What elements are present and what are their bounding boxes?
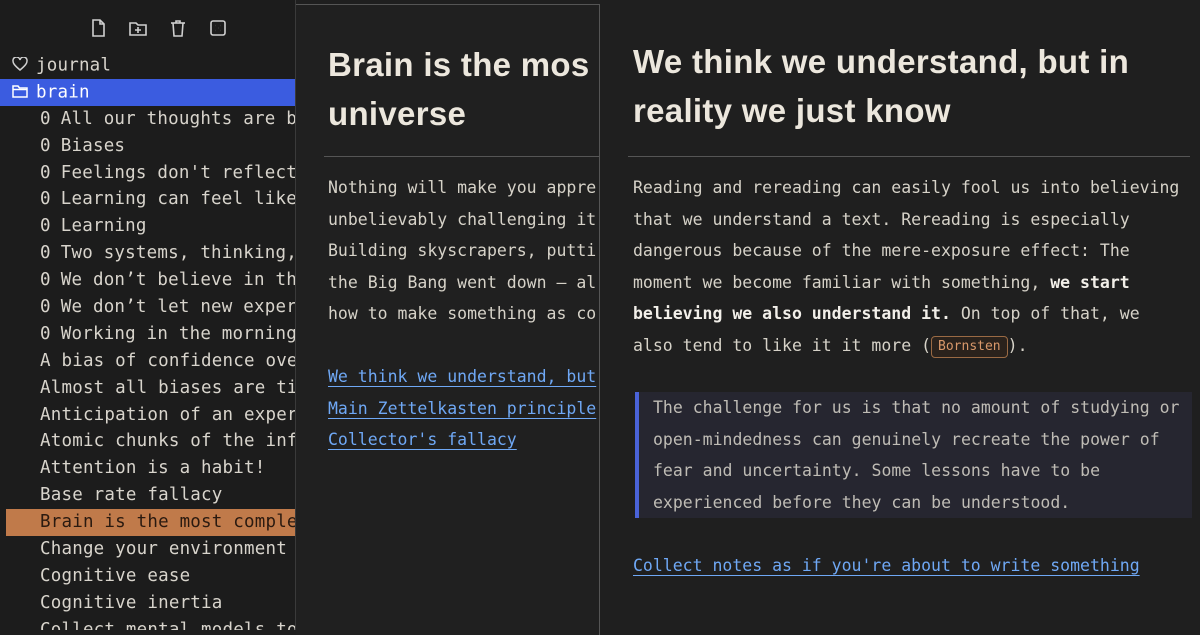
tree-note-item[interactable]: 0 We don’t let new exper: [0, 294, 295, 321]
body-line: Building skyscrapers, putti: [328, 241, 597, 260]
body-line: the Big Bang went down – al: [328, 272, 597, 292]
tree-page-item[interactable]: Attention is a habit!: [0, 455, 295, 482]
body-line: how to make something as co: [328, 304, 597, 323]
body-line: moment we become familiar with something…: [633, 267, 1179, 299]
grid-icon[interactable]: [206, 16, 230, 40]
note-label: We don’t let new exper: [60, 297, 295, 318]
backlinks: We think we understand, but Main Zettelk…: [328, 361, 596, 456]
note-count: 0: [40, 135, 51, 156]
bold-text: we start: [1050, 272, 1130, 292]
tree-page-item[interactable]: Anticipation of an exper: [0, 402, 295, 429]
tree-note-item[interactable]: 0 We don’t believe in the: [0, 267, 295, 294]
page-title-line-2: reality we just know: [633, 92, 951, 129]
new-folder-icon[interactable]: [126, 16, 150, 40]
body-text: On top of that, we: [950, 304, 1140, 323]
tree-page-item[interactable]: Base rate fallacy: [0, 482, 295, 509]
title-divider: [324, 156, 599, 157]
tree-page-item[interactable]: Cognitive ease: [0, 563, 295, 590]
body-line: also tend to like it it more (Bornsten).: [633, 330, 1179, 362]
tree-note-item[interactable]: 0 Learning: [0, 213, 295, 240]
note-pane-brain: Brain is the mos universe Nothing will m…: [296, 4, 600, 635]
sidebar: journal brain 0 All our thoughts are b 0B…: [0, 0, 296, 630]
note-link[interactable]: Collector's fallacy: [328, 424, 596, 456]
note-count: 0: [40, 297, 51, 318]
file-tree: journal brain 0 All our thoughts are b 0B…: [0, 52, 295, 630]
quote-line: experienced before they can be understoo…: [653, 492, 1071, 512]
body-line: dangerous because of the mere-exposure e…: [633, 241, 1130, 260]
tree-page-item[interactable]: Collect mental models to: [0, 617, 295, 630]
tree-note-item[interactable]: 0 All our thoughts are b: [0, 106, 295, 133]
sidebar-toolbar: [86, 16, 230, 40]
body-line: believing we also understand it. On top …: [633, 298, 1179, 330]
folder-label: journal: [36, 55, 112, 76]
note-body: Reading and rereading can easily fool us…: [633, 172, 1179, 361]
note-label: Biases: [60, 135, 126, 156]
citation-tag[interactable]: Bornsten: [931, 335, 1008, 358]
tree-page-item[interactable]: Cognitive inertia: [0, 590, 295, 617]
note-count: 0: [40, 323, 51, 344]
note-label: Working in the morning: [60, 323, 295, 344]
note-link[interactable]: Main Zettelkasten principle: [328, 393, 596, 425]
folder-icon: [12, 79, 30, 106]
note-body: Nothing will make you appre unbelievably…: [328, 172, 596, 330]
note-count: 0: [40, 189, 51, 210]
tree-page-item-selected[interactable]: Brain is the most comple: [6, 509, 295, 537]
note-count: 0: [40, 243, 51, 264]
folder-label: brain: [36, 82, 90, 103]
note-label: Two systems, thinking,: [60, 243, 295, 264]
tree-note-item[interactable]: 0 Biases: [0, 133, 295, 160]
note-pane-understand: We think we understand, but in reality w…: [600, 0, 1200, 630]
tree-note-item[interactable]: 0 Learning can feel like: [0, 186, 295, 213]
note-link[interactable]: Collect notes as if you're about to writ…: [633, 550, 1140, 582]
body-line: Nothing will make you appre: [328, 178, 597, 197]
body-text: ).: [1007, 335, 1028, 355]
tree-note-item[interactable]: 0 Two systems, thinking,: [0, 240, 295, 267]
note-count: 0: [40, 216, 51, 237]
blockquote: The challenge for us is that no amount o…: [635, 392, 1192, 518]
body-text: moment we become familiar with something…: [633, 272, 1051, 292]
note-label: All our thoughts are b: [60, 108, 295, 129]
title-divider: [628, 156, 1190, 157]
tree-page-item[interactable]: Atomic chunks of the inf: [0, 428, 295, 455]
page-title-line-1: Brain is the mos: [328, 46, 590, 83]
tree-note-item[interactable]: 0 Feelings don't reflect: [0, 160, 295, 187]
quote-line: open-mindedness can genuinely recreate t…: [653, 429, 1160, 449]
note-count: 0: [40, 162, 51, 183]
tree-note-item[interactable]: 0 Working in the morning: [0, 321, 295, 348]
body-line: that we understand a text. Rereading is …: [633, 209, 1130, 229]
note-count: 0: [40, 270, 51, 291]
folder-journal[interactable]: journal: [0, 52, 295, 79]
note-count: 0: [40, 108, 51, 129]
body-line: Reading and rereading can easily fool us…: [633, 178, 1180, 197]
tree-page-item[interactable]: Almost all biases are ti: [0, 375, 295, 402]
quote-line: The challenge for us is that no amount o…: [653, 398, 1180, 417]
trash-icon[interactable]: [166, 16, 190, 40]
new-file-icon[interactable]: [86, 16, 110, 40]
note-label: Learning can feel like: [60, 189, 295, 210]
page-title-line-1: We think we understand, but in: [633, 43, 1130, 80]
note-link[interactable]: We think we understand, but: [328, 361, 596, 393]
tree-page-item[interactable]: Change your environment: [0, 536, 295, 563]
heart-icon: [12, 52, 30, 79]
note-label: Feelings don't reflect: [60, 162, 295, 183]
quote-line: fear and uncertainty. Some lessons have …: [653, 461, 1101, 480]
tree-page-item[interactable]: A bias of confidence ove: [0, 348, 295, 375]
bold-text: believing we also understand it.: [633, 304, 951, 323]
note-label: We don’t believe in the: [60, 270, 295, 291]
body-text: also tend to like it it more (: [633, 335, 932, 355]
body-line: unbelievably challenging it: [328, 209, 597, 229]
note-label: Learning: [60, 216, 147, 237]
page-title-line-2: universe: [328, 95, 467, 132]
folder-brain[interactable]: brain: [0, 78, 295, 106]
